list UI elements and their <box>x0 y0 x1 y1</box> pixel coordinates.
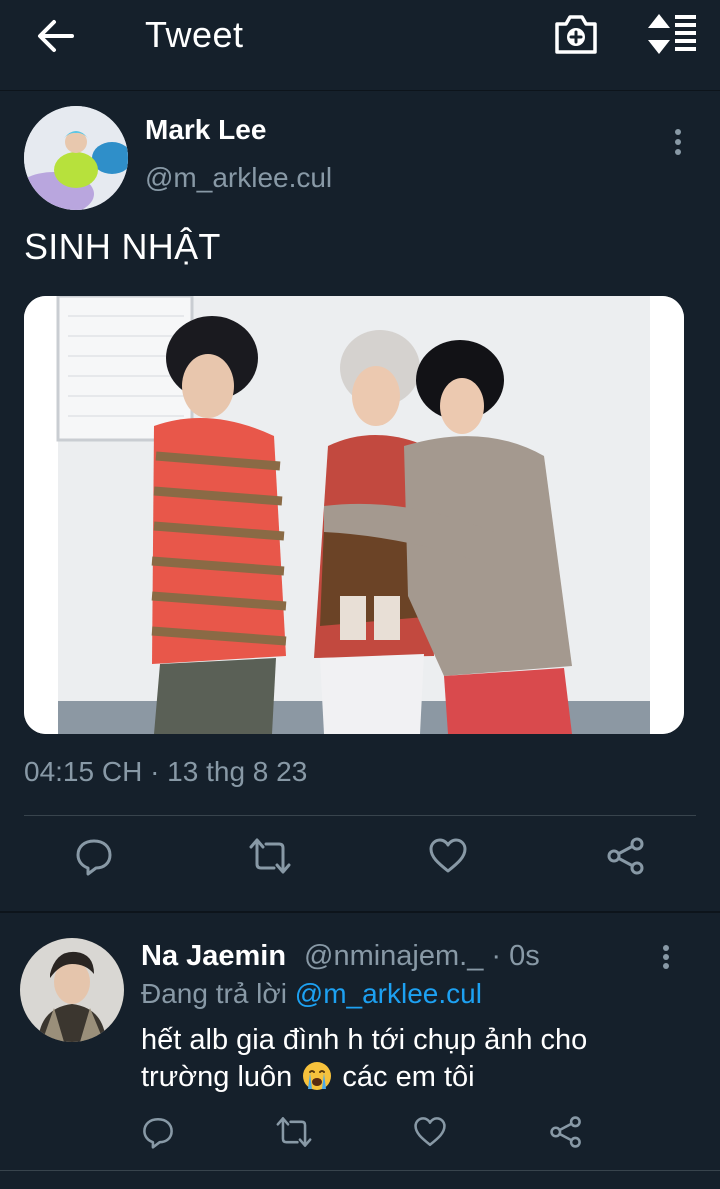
retweet-icon <box>249 838 291 874</box>
tweet-text: SINH NHẬT <box>24 226 221 267</box>
reply-author-name[interactable]: Na Jaemin <box>141 940 286 973</box>
share-button[interactable] <box>602 832 650 880</box>
replying-prefix: Đang trả lời <box>141 978 287 1009</box>
divider <box>24 815 696 816</box>
tweet-header: Mark Lee @m_arklee.cul <box>24 106 696 216</box>
retweet-button[interactable] <box>246 832 294 880</box>
share-icon <box>550 1116 581 1148</box>
replying-to-link[interactable]: @m_arklee.cul <box>295 978 482 1009</box>
like-button[interactable] <box>424 832 472 880</box>
sort-icon <box>648 14 696 54</box>
tweet-timestamp: 04:15 CH · 13 thg 8 23 <box>24 756 308 787</box>
reply-more-button[interactable] <box>652 940 680 976</box>
share-icon <box>607 837 644 875</box>
reply-icon <box>76 839 112 876</box>
author-name[interactable]: Mark Lee <box>145 114 266 146</box>
camera-button[interactable] <box>553 12 599 56</box>
retweet-button[interactable] <box>270 1108 318 1156</box>
reply-author-avatar[interactable] <box>20 938 124 1042</box>
tweet-photo[interactable] <box>24 296 684 734</box>
reply-actions <box>0 1108 720 1168</box>
like-icon <box>429 838 467 873</box>
share-button[interactable] <box>542 1108 590 1156</box>
avatar-image <box>24 106 128 210</box>
avatar-image <box>20 938 124 1042</box>
reply-text-segment: trường luôn <box>141 1061 293 1093</box>
reply-author-handle[interactable]: @nminajem._ <box>304 940 483 972</box>
sort-button[interactable] <box>645 12 697 56</box>
more-vertical-icon <box>663 945 669 969</box>
camera-plus-icon <box>555 15 597 54</box>
page-title: Tweet <box>145 14 244 55</box>
bottom-divider <box>0 1170 720 1171</box>
reply-text: hết alb gia đình h tới chụp ảnh cho trườ… <box>141 1022 681 1096</box>
like-button[interactable] <box>406 1108 454 1156</box>
like-icon <box>414 1117 446 1147</box>
more-vertical-icon <box>675 129 681 155</box>
back-button[interactable] <box>34 16 78 56</box>
reply-text-line: hết alb gia đình h tới chụp ảnh cho <box>141 1024 588 1056</box>
replying-to: Đang trả lời @m_arklee.cul <box>141 978 482 1010</box>
retweet-icon <box>276 1117 312 1147</box>
top-app-bar: Tweet <box>0 0 720 91</box>
reply-text-segment: các em tôi <box>342 1061 475 1093</box>
back-arrow-icon <box>38 20 74 52</box>
tweet-more-button[interactable] <box>664 122 692 162</box>
reply-meta: @nminajem._ · 0s <box>304 940 540 973</box>
section-divider <box>0 911 720 913</box>
photo-image <box>24 296 684 734</box>
reply-button[interactable] <box>134 1108 182 1156</box>
author-avatar[interactable] <box>24 106 128 210</box>
tweet-actions <box>0 832 720 892</box>
reply-text-line: trường luôn các em tôi <box>141 1059 681 1096</box>
crying-face-icon <box>303 1062 332 1090</box>
reply-button[interactable] <box>70 832 118 880</box>
author-handle[interactable]: @m_arklee.cul <box>145 162 332 194</box>
reply-time: · 0s <box>491 940 540 972</box>
reply-icon <box>143 1117 173 1149</box>
